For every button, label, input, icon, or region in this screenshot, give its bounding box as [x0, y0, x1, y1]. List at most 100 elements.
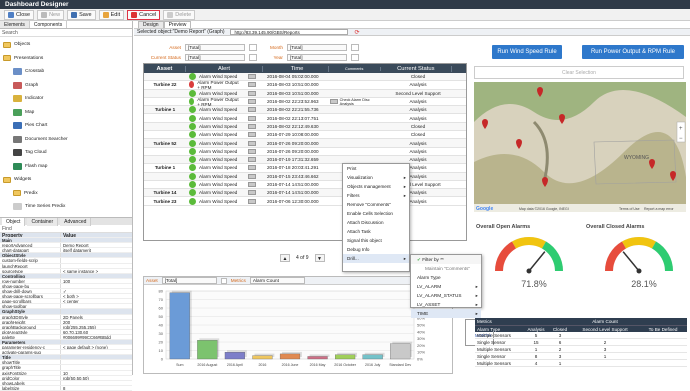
context-menu-item[interactable]: Filters▸	[343, 191, 409, 200]
tree-item[interactable]: Crosstab	[3, 65, 129, 79]
filter-year-checkbox[interactable]	[351, 54, 359, 61]
property-value[interactable]: rgb(255,255,255)	[60, 325, 130, 329]
property-value[interactable]: 200	[60, 320, 130, 324]
filter-year-select[interactable]: [Total]	[287, 54, 347, 61]
chart-icon[interactable]	[248, 199, 256, 204]
tree-item[interactable]: Time Series Predix	[3, 200, 129, 214]
tab-object[interactable]: Object	[2, 218, 25, 226]
chart-icon[interactable]	[248, 132, 256, 137]
property-value[interactable]: 100	[60, 279, 130, 283]
chart-asset-select[interactable]: [Total]	[162, 277, 217, 284]
drill-item[interactable]: Alarm Type	[411, 273, 481, 282]
chart-icon[interactable]	[248, 91, 256, 96]
context-menu-item[interactable]: Attach Task	[343, 227, 409, 236]
zoom-in-icon[interactable]: +	[679, 126, 683, 132]
map-terms-link[interactable]: Terms of Use	[619, 207, 640, 211]
table-row[interactable]: Turbine 52Alarm Wind Speed2016-07-26 09:…	[144, 139, 466, 147]
filter-status-select[interactable]: [Total]	[185, 54, 245, 61]
tree-item[interactable]: Presentations	[3, 52, 129, 66]
property-value[interactable]	[60, 381, 130, 385]
metrics-col-alarm-type[interactable]: Alarm Type	[475, 327, 523, 332]
table-row[interactable]: Turbine 22Alarm Power Output + RPM2016-0…	[144, 81, 466, 89]
tab-preview[interactable]: Preview	[164, 21, 192, 28]
chart-asset-checkbox[interactable]	[221, 278, 227, 284]
tree-item[interactable]: Tag Cloud	[3, 146, 129, 160]
table-row[interactable]: Alarm Wind Speed2016-08-02 22:13:07.751A…	[144, 114, 466, 122]
tree-item[interactable]: Document Searcher	[3, 133, 129, 147]
context-menu-item[interactable]: Attach Discussion	[343, 218, 409, 227]
delete-button[interactable]: Delete	[163, 10, 195, 20]
filter-month-checkbox[interactable]	[351, 44, 359, 51]
tab-components[interactable]: Components	[30, 21, 67, 28]
chart-icon[interactable]	[248, 190, 256, 195]
table-row[interactable]: Alarm Wind Speed2016-08-02 22:12:49.630C…	[144, 123, 466, 131]
table-row[interactable]: Turbine 1Alarm Wind Speed2016-08-02 22:2…	[144, 106, 466, 114]
filter-status-checkbox[interactable]	[249, 54, 257, 61]
chart-icon[interactable]	[248, 116, 256, 121]
drill-item[interactable]: LV_ALARM_STATUS▸	[411, 291, 481, 300]
filter-asset-select[interactable]: [Total]	[185, 44, 245, 51]
filter-by-item[interactable]: ✔ Filter by **	[411, 255, 481, 264]
chart-icon[interactable]	[248, 82, 256, 87]
table-row[interactable]: Turbine 23Alarm Wind Speed2016-07-06 12:…	[144, 197, 466, 205]
property-value[interactable]: < both >	[60, 294, 130, 298]
close-button[interactable]: Close	[4, 10, 34, 20]
cancel-button[interactable]: Cancel	[127, 10, 160, 20]
chart-icon[interactable]	[248, 107, 256, 112]
metrics-col-second-level[interactable]: Second Level Support	[571, 327, 639, 332]
comments-cell[interactable]: Check Alarm Disc Analysis	[330, 98, 382, 106]
next-page-button[interactable]: ▼	[315, 254, 325, 262]
tree-item[interactable]: Pies Chart	[3, 119, 129, 133]
chart-icon[interactable]	[248, 157, 256, 162]
col-alert[interactable]: Alert	[186, 66, 264, 72]
property-value[interactable]: itself datamerit	[60, 248, 130, 252]
chart-icon[interactable]	[248, 141, 256, 146]
table-row[interactable]: Alarm Wind Speed2016-07-19 17:31:32.659A…	[144, 156, 466, 164]
property-value[interactable]: 10	[60, 371, 130, 375]
clear-selection-combo[interactable]: Clear Selection	[474, 66, 684, 79]
tree-item[interactable]: Widgets	[3, 173, 129, 187]
url-field[interactable]: http://83.39.145.90/GBS/Reports	[230, 29, 348, 35]
new-button[interactable]: New	[37, 10, 64, 20]
table-row[interactable]: Turbine 14Alarm Wind Speed2016-07-14 14:…	[144, 189, 466, 197]
prev-page-button[interactable]: ▲	[280, 254, 290, 262]
table-row[interactable]: Alarm Wind Speed2016-07-15 23:43:46.662A…	[144, 173, 466, 181]
property-value[interactable]: 60,70,130,60	[60, 330, 130, 334]
property-value[interactable]	[60, 360, 130, 364]
context-menu-item[interactable]: Enable Cells Selection	[343, 209, 409, 218]
property-value[interactable]: < page default > (none)	[60, 345, 130, 349]
property-value[interactable]: ✓	[60, 289, 130, 293]
tab-elements[interactable]: Elements	[0, 21, 30, 28]
tree-item[interactable]: Predix	[3, 187, 129, 201]
context-menu-item[interactable]: Drill...▸	[343, 254, 409, 263]
property-row[interactable]: labelSize8	[0, 386, 132, 391]
context-menu-item[interactable]: Objects management▸	[343, 182, 409, 191]
col-current-status[interactable]: Current Status	[381, 66, 453, 72]
run-power-output-rule-button[interactable]: Run Power Output & RPM Rule	[582, 45, 684, 59]
col-asset[interactable]: Asset	[144, 66, 186, 72]
table-row[interactable]: Alarm Wind Speed2016-07-29 10:08:00.000C…	[144, 131, 466, 139]
maintain-item[interactable]: Maintain "Comments"	[411, 264, 481, 273]
table-row[interactable]: Alarm Wind Speed2016-07-14 14:51:00.000S…	[144, 181, 466, 189]
edit-button[interactable]: Edit	[99, 10, 124, 20]
tab-container[interactable]: Container	[27, 218, 58, 226]
chart-metrics-select[interactable]: Alarm Count	[250, 277, 305, 284]
save-button[interactable]: Save	[67, 10, 96, 20]
search-input[interactable]: Search	[0, 29, 132, 37]
property-value[interactable]	[60, 365, 130, 369]
drill-item[interactable]: TIME▸	[411, 309, 481, 318]
table-row[interactable]: Alarm Wind Speed2016-07-26 09:20:00.000A…	[144, 148, 466, 156]
map-view[interactable]: WYOMING + − Google Map data ©2016 Google…	[474, 82, 686, 212]
table-row[interactable]: Alarm Power Output + RPM2016-08-02 22:23…	[144, 98, 466, 106]
table-row[interactable]: Turbine 1Alarm Wind Speed2016-07-18 20:0…	[144, 164, 466, 172]
tree-item[interactable]: Indicator	[3, 92, 129, 106]
chart-icon[interactable]	[248, 174, 256, 179]
property-value[interactable]	[60, 258, 130, 262]
context-menu-item[interactable]: Signal this object	[343, 236, 409, 245]
chart-icon[interactable]	[248, 99, 256, 104]
tab-design[interactable]: Design	[138, 21, 164, 28]
filter-asset-checkbox[interactable]	[249, 44, 257, 51]
chart-icon[interactable]	[248, 182, 256, 187]
drill-item[interactable]: LV_ASSET▸	[411, 300, 481, 309]
metrics-col-closed[interactable]: Closed	[549, 327, 571, 332]
